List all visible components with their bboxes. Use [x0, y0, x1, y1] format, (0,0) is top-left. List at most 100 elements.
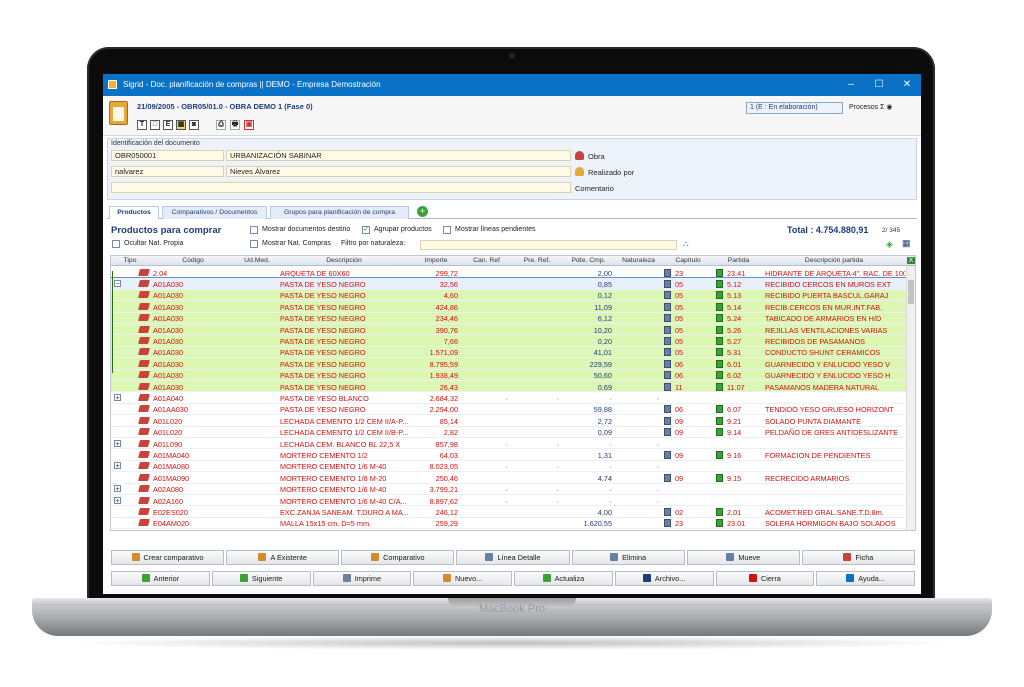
- tab-comparativos[interactable]: Comparativos / Documentos: [162, 206, 267, 219]
- table-row[interactable]: A01AA030 PASTA DE YESO NEGRO 2.294,00 59,88…: [111, 404, 907, 416]
- nuevo-button[interactable]: Nuevo...: [413, 571, 512, 586]
- expand-icon[interactable]: +: [114, 496, 121, 504]
- table-row[interactable]: A01L020 LECHADA CEMENTO 1/2 CEM II/A-P...…: [111, 415, 907, 427]
- document-state[interactable]: 1 (E : En elaboración): [746, 102, 843, 114]
- toolbar-print-icon[interactable]: 🖶: [230, 120, 240, 130]
- tab-grupos[interactable]: Grupos para planificación de compra: [270, 206, 409, 219]
- expand-icon[interactable]: +: [114, 462, 121, 470]
- procesos-button[interactable]: Procesos Σ ◉: [849, 103, 893, 111]
- settings-icon[interactable]: ◉: [886, 104, 892, 111]
- table-row[interactable]: A01A030 PASTA DE YESO NEGRO 234,46 6,12 05 5.…: [111, 312, 907, 324]
- cell-descripcion: PASTA DE YESO NEGRO: [280, 371, 366, 381]
- table-row[interactable]: A01A030 PASTA DE YESO NEGRO 8.795,59 229,59…: [111, 358, 907, 370]
- línea-detalle-button[interactable]: Línea Detalle: [456, 550, 570, 565]
- a-existente-button[interactable]: A Existente: [226, 550, 340, 565]
- col-importe[interactable]: Importe: [411, 257, 461, 264]
- grid-scrollbar[interactable]: [906, 266, 915, 530]
- table-row[interactable]: + A02A160 MORTERO CEMENTO 1/6 M-40 C/A... 8…: [111, 495, 907, 507]
- partida-icon: [716, 302, 723, 311]
- mostrar-nat-checkbox[interactable]: [250, 240, 258, 248]
- archivo-button[interactable]: Archivo...: [614, 571, 714, 586]
- crear-comparativo-button[interactable]: Crear comparativo: [111, 550, 225, 565]
- expand-icon[interactable]: +: [114, 485, 121, 493]
- comparativo-label: Comparativo: [383, 553, 425, 562]
- table-row[interactable]: 2.04 ARQUETA DE 60X60 299,72 2,00 23 23.41 HID…: [111, 267, 907, 279]
- cell-importe: 7,66: [443, 336, 458, 346]
- table-row[interactable]: + A01A040 PASTA DE YESO BLANCO 2.684,32 · · · ·: [111, 392, 907, 404]
- obra-code-field[interactable]: OBR050001: [111, 150, 224, 161]
- col-tipo[interactable]: Tipo: [111, 257, 149, 264]
- col-udmed[interactable]: Ud.Med.: [237, 257, 277, 264]
- sigma-icon[interactable]: Σ: [880, 104, 884, 111]
- table-row[interactable]: A01A030 PASTA DE YESO NEGRO 7,66 0,20 05 5.27…: [111, 335, 907, 347]
- add-tab-icon[interactable]: +: [417, 206, 428, 217]
- calendar-icon[interactable]: ▦: [902, 238, 911, 249]
- table-row[interactable]: A01L020 LECHADA CEMENTO 1/2 CEM II/B-P...…: [111, 427, 907, 438]
- agrupar-checkbox[interactable]: ✓: [362, 226, 370, 234]
- ayuda-button[interactable]: Ayuda...: [816, 571, 915, 586]
- cell-importe: 3.799,21: [429, 485, 458, 495]
- close-button[interactable]: ✕: [893, 74, 921, 96]
- table-row[interactable]: − A01A030 PASTA DE YESO NEGRO 32,56 0,85 05 5.…: [111, 277, 908, 291]
- excel-icon[interactable]: X: [907, 257, 915, 264]
- user-code-field[interactable]: nalvarez: [111, 166, 224, 177]
- scroll-thumb[interactable]: [908, 280, 914, 304]
- imprime-button[interactable]: Imprime: [312, 571, 412, 586]
- col-descpartida[interactable]: Descripción partida: [763, 257, 905, 264]
- obra-name-field[interactable]: URBANIZACIÓN SABINAR: [226, 150, 571, 161]
- col-canref[interactable]: Can. Ref: [461, 257, 512, 264]
- col-naturaleza[interactable]: Naturaleza: [615, 257, 662, 264]
- expand-icon[interactable]: +: [114, 393, 121, 401]
- toolbar-camera-icon[interactable]: ◙: [189, 120, 199, 130]
- table-row[interactable]: A01MA090 MORTERO CEMENTO 1/8 M-20 250,46 4,…: [111, 472, 907, 484]
- maximize-button[interactable]: ☐: [865, 74, 893, 96]
- toolbar-frame-icon[interactable]: □: [150, 120, 160, 130]
- table-row[interactable]: + A02A080 MORTERO CEMENTO 1/6 M-40 3.799,21…: [111, 484, 907, 495]
- tag-icon[interactable]: ◈: [886, 239, 893, 250]
- comparativo-button[interactable]: Comparativo: [341, 550, 455, 565]
- col-codigo[interactable]: Código: [149, 257, 237, 264]
- tab-productos[interactable]: Productos: [109, 206, 159, 219]
- actualiza-button[interactable]: Actualiza: [514, 571, 613, 586]
- cell-partida: 6.02: [727, 371, 742, 381]
- col-partida[interactable]: Partida: [714, 257, 763, 264]
- minimize-button[interactable]: –: [837, 74, 865, 96]
- table-row[interactable]: A01A030 PASTA DE YESO NEGRO 26,43 0,69 11 11.…: [111, 381, 907, 393]
- siguiente-button[interactable]: Siguiente: [211, 571, 311, 586]
- table-row[interactable]: A01A030 PASTA DE YESO NEGRO 390,76 10,20 05 5…: [111, 324, 907, 336]
- anterior-button[interactable]: Anterior: [111, 571, 210, 586]
- mueve-button[interactable]: Mueve: [686, 550, 800, 565]
- table-row[interactable]: A01A030 PASTA DE YESO NEGRO 1.571,09 41,01 0…: [111, 346, 907, 359]
- user-name-field[interactable]: Nieves Álvarez: [226, 166, 571, 177]
- comentario-field[interactable]: [111, 182, 571, 193]
- table-row[interactable]: E04AM020 MALLA 15x15 cm. D=5 mm. 259,29 1.6…: [111, 518, 907, 530]
- table-row[interactable]: + A01L090 LECHADA CEM. BLANCO BL 22,5 X 857…: [111, 438, 907, 450]
- hierarchy-icon[interactable]: ⛬: [683, 239, 689, 249]
- toolbar-e-icon[interactable]: E: [163, 120, 173, 130]
- col-pdte[interactable]: Pdte. Cmp.: [562, 257, 615, 264]
- ficha-button[interactable]: Ficha: [801, 550, 915, 565]
- toolbar-t-icon[interactable]: T: [137, 120, 147, 130]
- elimina-button[interactable]: Elimina: [571, 550, 685, 565]
- table-row[interactable]: A01A030 PASTA DE YESO NEGRO 4,60 0,12 05 5.13…: [111, 289, 907, 302]
- table-row[interactable]: A01A030 PASTA DE YESO NEGRO 424,86 11,09 05 5…: [111, 301, 907, 313]
- table-row[interactable]: + A01MA080 MORTERO CEMENTO 1/6 M-40 8.023,0…: [111, 461, 907, 473]
- toolbar-pdf-icon[interactable]: ▣: [244, 120, 254, 130]
- cell-partida: 5.26: [727, 325, 742, 335]
- toolbar-palette-icon[interactable]: ▦: [176, 120, 186, 130]
- cierra-label: Cierra: [760, 574, 781, 583]
- table-row[interactable]: E02ES020 EXC.ZANJA SANEAM. T.DURO A MA...…: [111, 506, 907, 518]
- col-capitulo[interactable]: Capítulo: [662, 257, 714, 264]
- cierra-button[interactable]: Cierra: [715, 571, 815, 586]
- ocultar-checkbox[interactable]: [112, 240, 120, 248]
- toolbar-preview-icon[interactable]: ⎙: [216, 120, 226, 130]
- col-descripcion[interactable]: Descripción: [277, 257, 411, 264]
- expand-icon[interactable]: +: [114, 439, 121, 447]
- collapse-icon[interactable]: −: [114, 279, 121, 287]
- pendientes-checkbox[interactable]: [443, 226, 451, 234]
- filtro-input[interactable]: [420, 240, 677, 250]
- table-row[interactable]: A01MA040 MORTERO CEMENTO 1/2 64,03 1,31 09 9.…: [111, 449, 907, 461]
- col-preref[interactable]: Pre. Ref.: [512, 257, 562, 264]
- mostrar-docs-checkbox[interactable]: [250, 226, 258, 234]
- table-row[interactable]: A01A030 PASTA DE YESO NEGRO 1.938,49 50,60 0…: [111, 369, 907, 381]
